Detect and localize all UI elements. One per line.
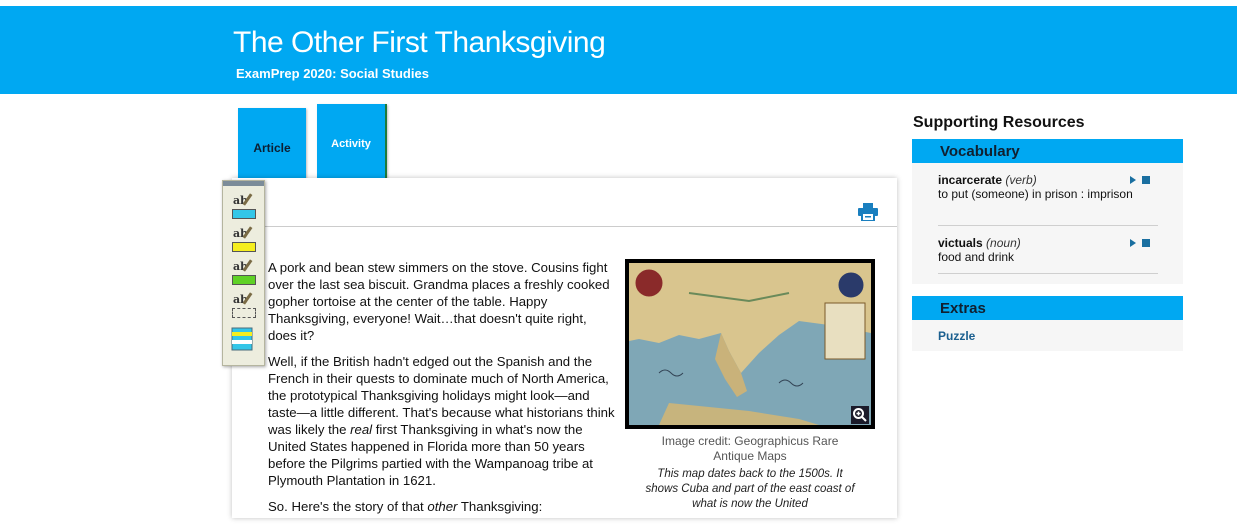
highlight-erase-icon[interactable]: ab	[231, 292, 257, 320]
vocab-item-victuals: victuals (noun) food and drink	[938, 236, 1158, 264]
extras-heading: Extras	[912, 296, 1183, 320]
vocab-divider	[938, 273, 1158, 274]
play-icon[interactable]	[1130, 239, 1136, 247]
play-icon[interactable]	[1130, 176, 1136, 184]
page-title: The Other First Thanksgiving	[233, 26, 606, 59]
article-body: A pork and bean stew simmers on the stov…	[268, 259, 618, 524]
vocab-word: incarcerate	[938, 173, 1003, 187]
vocab-definition: food and drink	[938, 250, 1015, 264]
tab-article[interactable]: Article	[238, 108, 306, 187]
tab-activity[interactable]: Activity	[317, 104, 387, 185]
image-caption: This map dates back to the 1500s. It sho…	[645, 468, 855, 510]
panel-divider	[252, 226, 897, 227]
zoom-icon[interactable]	[851, 406, 869, 424]
vocab-play-controls[interactable]	[1130, 238, 1150, 248]
supporting-resources-title: Supporting Resources	[913, 114, 1085, 131]
article-paragraph: So. Here's the story of that other Thank…	[268, 499, 543, 514]
article-paragraph: A pork and bean stew simmers on the stov…	[268, 260, 610, 343]
highlight-green-icon[interactable]: ab	[231, 259, 257, 287]
print-icon[interactable]	[858, 203, 878, 222]
page-header: The Other First Thanksgiving ExamPrep 20…	[0, 6, 1237, 94]
stop-icon[interactable]	[1142, 176, 1150, 184]
puzzle-link[interactable]: Puzzle	[938, 329, 975, 343]
vocabulary-list: incarcerate (verb) to put (someone) in p…	[912, 163, 1183, 284]
article-paragraph: Well, if the British hadn't edged out th…	[268, 354, 615, 488]
page-subtitle: ExamPrep 2020: Social Studies	[236, 66, 429, 81]
vocab-pos: (verb)	[1005, 173, 1037, 187]
article-map-image[interactable]	[625, 259, 875, 429]
vocabulary-heading: Vocabulary	[912, 139, 1183, 163]
image-credit: Image credit: Geographicus Rare Antique …	[661, 434, 839, 463]
highlight-yellow-icon[interactable]: ab	[231, 226, 257, 254]
vocab-divider	[938, 225, 1158, 226]
vocab-pos: (noun)	[986, 236, 1021, 250]
highlighter-toolbox: ab ab ab ab	[222, 180, 265, 366]
stop-icon[interactable]	[1142, 239, 1150, 247]
extras-list: Puzzle	[912, 320, 1183, 351]
vocab-definition: to put (someone) in prison : imprison	[938, 187, 1133, 201]
toolbox-handle[interactable]	[223, 181, 264, 186]
highlight-blue-icon[interactable]: ab	[231, 193, 257, 221]
vocab-item-incarcerate: incarcerate (verb) to put (someone) in p…	[938, 173, 1158, 201]
vocab-play-controls[interactable]	[1130, 175, 1150, 185]
notes-icon[interactable]	[231, 327, 257, 355]
vocab-word: victuals	[938, 236, 983, 250]
